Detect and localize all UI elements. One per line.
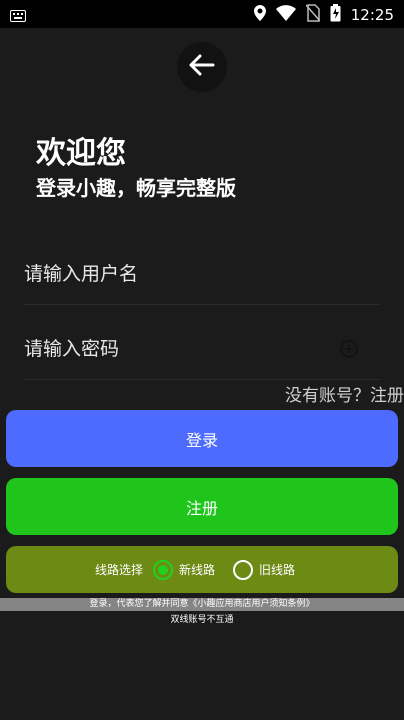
dual-account-note: 双线账号不互通 (170, 615, 234, 625)
username-input[interactable] (24, 254, 380, 294)
password-underline (24, 379, 380, 380)
password-input[interactable] (24, 329, 380, 369)
welcome-subtitle: 登录小趣，畅享完整版 (36, 176, 236, 200)
no-sim-icon (305, 4, 321, 26)
route-option-new[interactable]: 新线路 (152, 559, 229, 580)
route-label: 线路选择 (94, 563, 143, 577)
keyboard-icon (10, 7, 26, 26)
status-time: 12:25 (350, 6, 394, 24)
radio-checked-icon[interactable] (152, 559, 173, 580)
route-option-label: 新线路 (178, 563, 215, 577)
status-bar: 12:25 (0, 0, 404, 28)
login-button[interactable]: 登录 (6, 410, 398, 467)
route-selector: 线路选择 新线路 旧线路 (6, 546, 398, 593)
radio-unchecked-icon[interactable] (233, 559, 253, 580)
wifi-icon (275, 5, 296, 25)
route-option-old[interactable]: 旧线路 (233, 559, 309, 580)
back-button[interactable] (177, 42, 227, 92)
welcome-title: 欢迎您 (36, 136, 126, 171)
agreement-text[interactable]: 登录，代表您了解并同意《小趣应用商店用户须知条例》 (0, 598, 404, 611)
username-underline (24, 304, 380, 305)
route-option-label: 旧线路 (259, 563, 296, 577)
plus-circle-icon[interactable] (340, 340, 358, 358)
arrow-left-icon (189, 54, 215, 80)
location-icon (253, 5, 266, 25)
register-link[interactable]: 没有账号？注册 (285, 381, 404, 406)
battery-charging-icon (330, 4, 341, 26)
register-button[interactable]: 注册 (6, 478, 398, 535)
